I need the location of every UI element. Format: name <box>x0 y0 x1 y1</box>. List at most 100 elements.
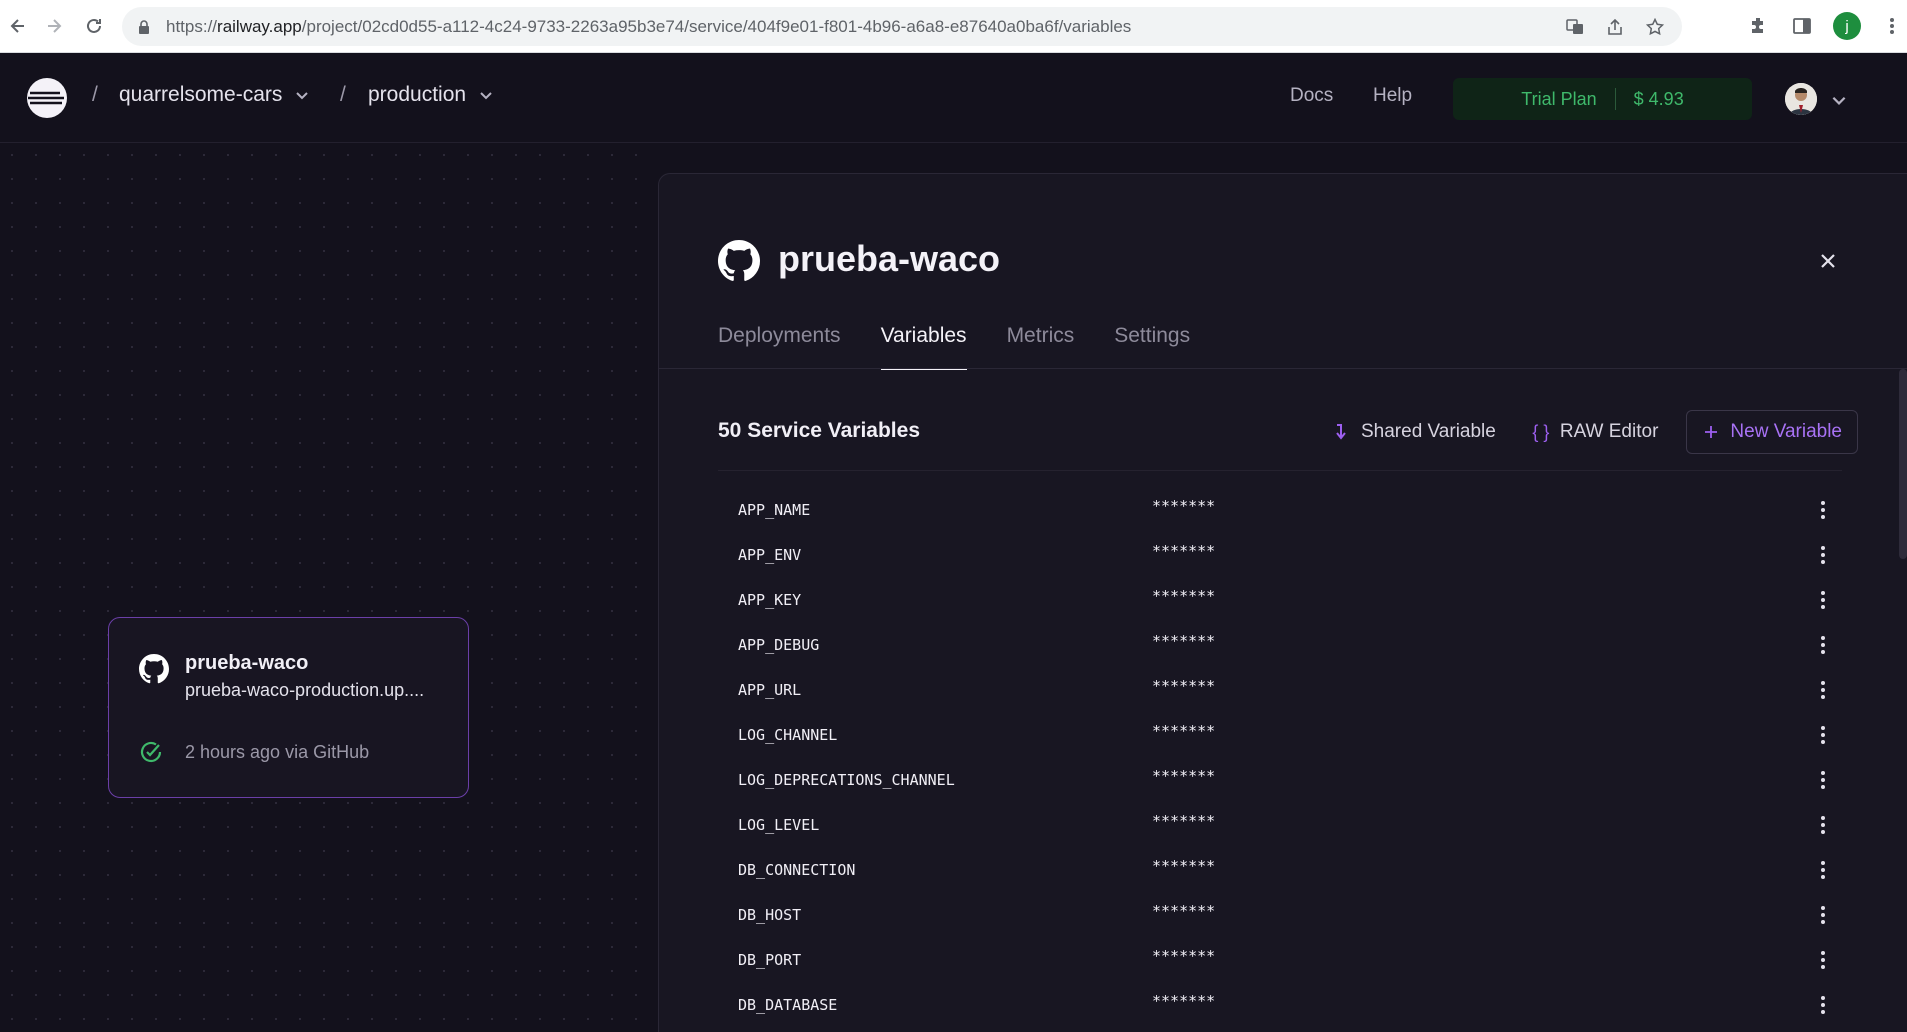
variable-key: APP_NAME <box>738 500 811 519</box>
service-card[interactable]: prueba-waco prueba-waco-production.up...… <box>108 617 469 798</box>
chevron-down-icon <box>480 92 492 100</box>
railway-logo-icon[interactable] <box>26 77 68 119</box>
variable-value[interactable]: ******* <box>1152 947 1215 965</box>
variable-key: DB_CONNECTION <box>738 860 856 879</box>
kebab-menu-icon[interactable] <box>1813 858 1833 882</box>
variable-key: DB_PORT <box>738 950 802 969</box>
variable-value[interactable]: ******* <box>1152 632 1215 650</box>
variable-row[interactable]: LOG_DEPRECATIONS_CHANNEL ******* <box>718 757 1842 802</box>
variable-row[interactable]: APP_ENV ******* <box>718 532 1842 577</box>
profile-avatar[interactable]: j <box>1833 12 1861 40</box>
kebab-menu-icon[interactable] <box>1813 903 1833 927</box>
raw-editor-button[interactable]: { } RAW Editor <box>1524 410 1667 454</box>
variable-key: APP_ENV <box>738 545 802 564</box>
translate-icon[interactable] <box>1564 16 1586 38</box>
environment-name: production <box>368 83 467 106</box>
new-variable-button[interactable]: New Variable <box>1686 410 1858 454</box>
service-panel: prueba-waco Deployments Variables Metric… <box>658 173 1907 1032</box>
variable-key: APP_KEY <box>738 590 802 609</box>
tabs-divider <box>659 368 1907 369</box>
github-icon <box>139 654 169 684</box>
variable-value[interactable]: ******* <box>1152 857 1215 875</box>
forward-icon[interactable] <box>36 8 72 44</box>
user-avatar[interactable] <box>1785 83 1817 115</box>
kebab-menu-icon[interactable] <box>1813 588 1833 612</box>
variable-row[interactable]: DB_PORT ******* <box>718 937 1842 982</box>
variable-key: LOG_LEVEL <box>738 815 820 834</box>
variable-value[interactable]: ******* <box>1152 677 1215 695</box>
url-path: /project/02cd0d55-a112-4c24-9733-2263a95… <box>301 16 1132 36</box>
raw-editor-label: RAW Editor <box>1559 421 1659 442</box>
tab-settings[interactable]: Settings <box>1114 324 1190 370</box>
sidebar-icon[interactable] <box>1789 13 1815 39</box>
kebab-menu-icon[interactable] <box>1813 948 1833 972</box>
success-check-icon <box>140 741 162 763</box>
variable-value[interactable]: ******* <box>1152 767 1215 785</box>
variables-list: APP_NAME ******* APP_ENV ******* APP_KEY ****… <box>718 487 1842 1027</box>
variable-key: APP_URL <box>738 680 802 699</box>
variable-row[interactable]: DB_CONNECTION ******* <box>718 847 1842 892</box>
project-name: quarrelsome-cars <box>119 83 283 106</box>
variable-value[interactable]: ******* <box>1152 722 1215 740</box>
plan-balance: $ 4.93 <box>1633 88 1684 109</box>
variable-row[interactable]: LOG_CHANNEL ******* <box>718 712 1842 757</box>
back-icon[interactable] <box>0 8 36 44</box>
shared-variable-label: Shared Variable <box>1361 421 1496 442</box>
breadcrumb-separator: / <box>340 83 346 106</box>
docs-link[interactable]: Docs <box>1290 85 1333 107</box>
help-link[interactable]: Help <box>1373 85 1412 107</box>
variable-value[interactable]: ******* <box>1152 992 1215 1010</box>
arrow-turn-down-icon <box>1333 423 1351 441</box>
panel-tabs: Deployments Variables Metrics Settings <box>718 324 1190 370</box>
variable-key: DB_DATABASE <box>738 995 838 1014</box>
variable-row[interactable]: APP_NAME ******* <box>718 487 1842 532</box>
more-menu-icon[interactable] <box>1879 13 1905 39</box>
kebab-menu-icon[interactable] <box>1813 498 1833 522</box>
close-icon[interactable] <box>1817 250 1839 272</box>
kebab-menu-icon[interactable] <box>1813 993 1833 1017</box>
project-selector[interactable]: quarrelsome-cars <box>119 83 310 107</box>
variable-value[interactable]: ******* <box>1152 812 1215 830</box>
variable-key: LOG_CHANNEL <box>738 725 838 744</box>
github-icon <box>718 240 760 281</box>
kebab-menu-icon[interactable] <box>1813 543 1833 567</box>
variable-row[interactable]: DB_HOST ******* <box>718 892 1842 937</box>
extensions-icon[interactable] <box>1745 13 1771 39</box>
kebab-menu-icon[interactable] <box>1813 813 1833 837</box>
variable-value[interactable]: ******* <box>1152 542 1215 560</box>
environment-selector[interactable]: production <box>368 83 494 107</box>
variable-row[interactable]: LOG_LEVEL ******* <box>718 802 1842 847</box>
scrollbar[interactable] <box>1899 369 1907 559</box>
plan-usage-pill[interactable]: Trial Plan $ 4.93 <box>1453 78 1752 120</box>
variable-row[interactable]: APP_URL ******* <box>718 667 1842 712</box>
variable-key: DB_HOST <box>738 905 802 924</box>
project-canvas[interactable]: prueba-waco prueba-waco-production.up...… <box>0 143 658 1032</box>
variable-row[interactable]: DB_DATABASE ******* <box>718 982 1842 1027</box>
kebab-menu-icon[interactable] <box>1813 633 1833 657</box>
shared-variable-button[interactable]: Shared Variable <box>1325 410 1504 454</box>
variable-value[interactable]: ******* <box>1152 902 1215 920</box>
browser-toolbar: https://railway.app/project/02cd0d55-a11… <box>0 0 1907 53</box>
variable-value[interactable]: ******* <box>1152 497 1215 515</box>
kebab-menu-icon[interactable] <box>1813 768 1833 792</box>
url-prefix: https:// <box>166 16 218 36</box>
new-variable-label: New Variable <box>1730 421 1842 442</box>
share-icon[interactable] <box>1604 16 1626 38</box>
variable-value[interactable]: ******* <box>1152 587 1215 605</box>
bookmark-star-icon[interactable] <box>1644 16 1666 38</box>
tab-deployments[interactable]: Deployments <box>718 324 841 370</box>
address-bar[interactable]: https://railway.app/project/02cd0d55-a11… <box>122 7 1682 46</box>
service-url: prueba-waco-production.up.... <box>185 680 425 700</box>
variable-row[interactable]: APP_DEBUG ******* <box>718 622 1842 667</box>
lock-icon <box>139 19 149 34</box>
chevron-down-icon[interactable] <box>1830 91 1848 109</box>
variable-row[interactable]: APP_KEY ******* <box>718 577 1842 622</box>
tab-metrics[interactable]: Metrics <box>1007 324 1075 370</box>
tab-variables[interactable]: Variables <box>880 324 967 370</box>
kebab-menu-icon[interactable] <box>1813 678 1833 702</box>
breadcrumb-separator: / <box>92 83 98 106</box>
chevron-down-icon <box>296 92 309 100</box>
kebab-menu-icon[interactable] <box>1813 723 1833 747</box>
reload-icon[interactable] <box>76 8 112 44</box>
user-avatar-icon <box>1785 83 1817 115</box>
